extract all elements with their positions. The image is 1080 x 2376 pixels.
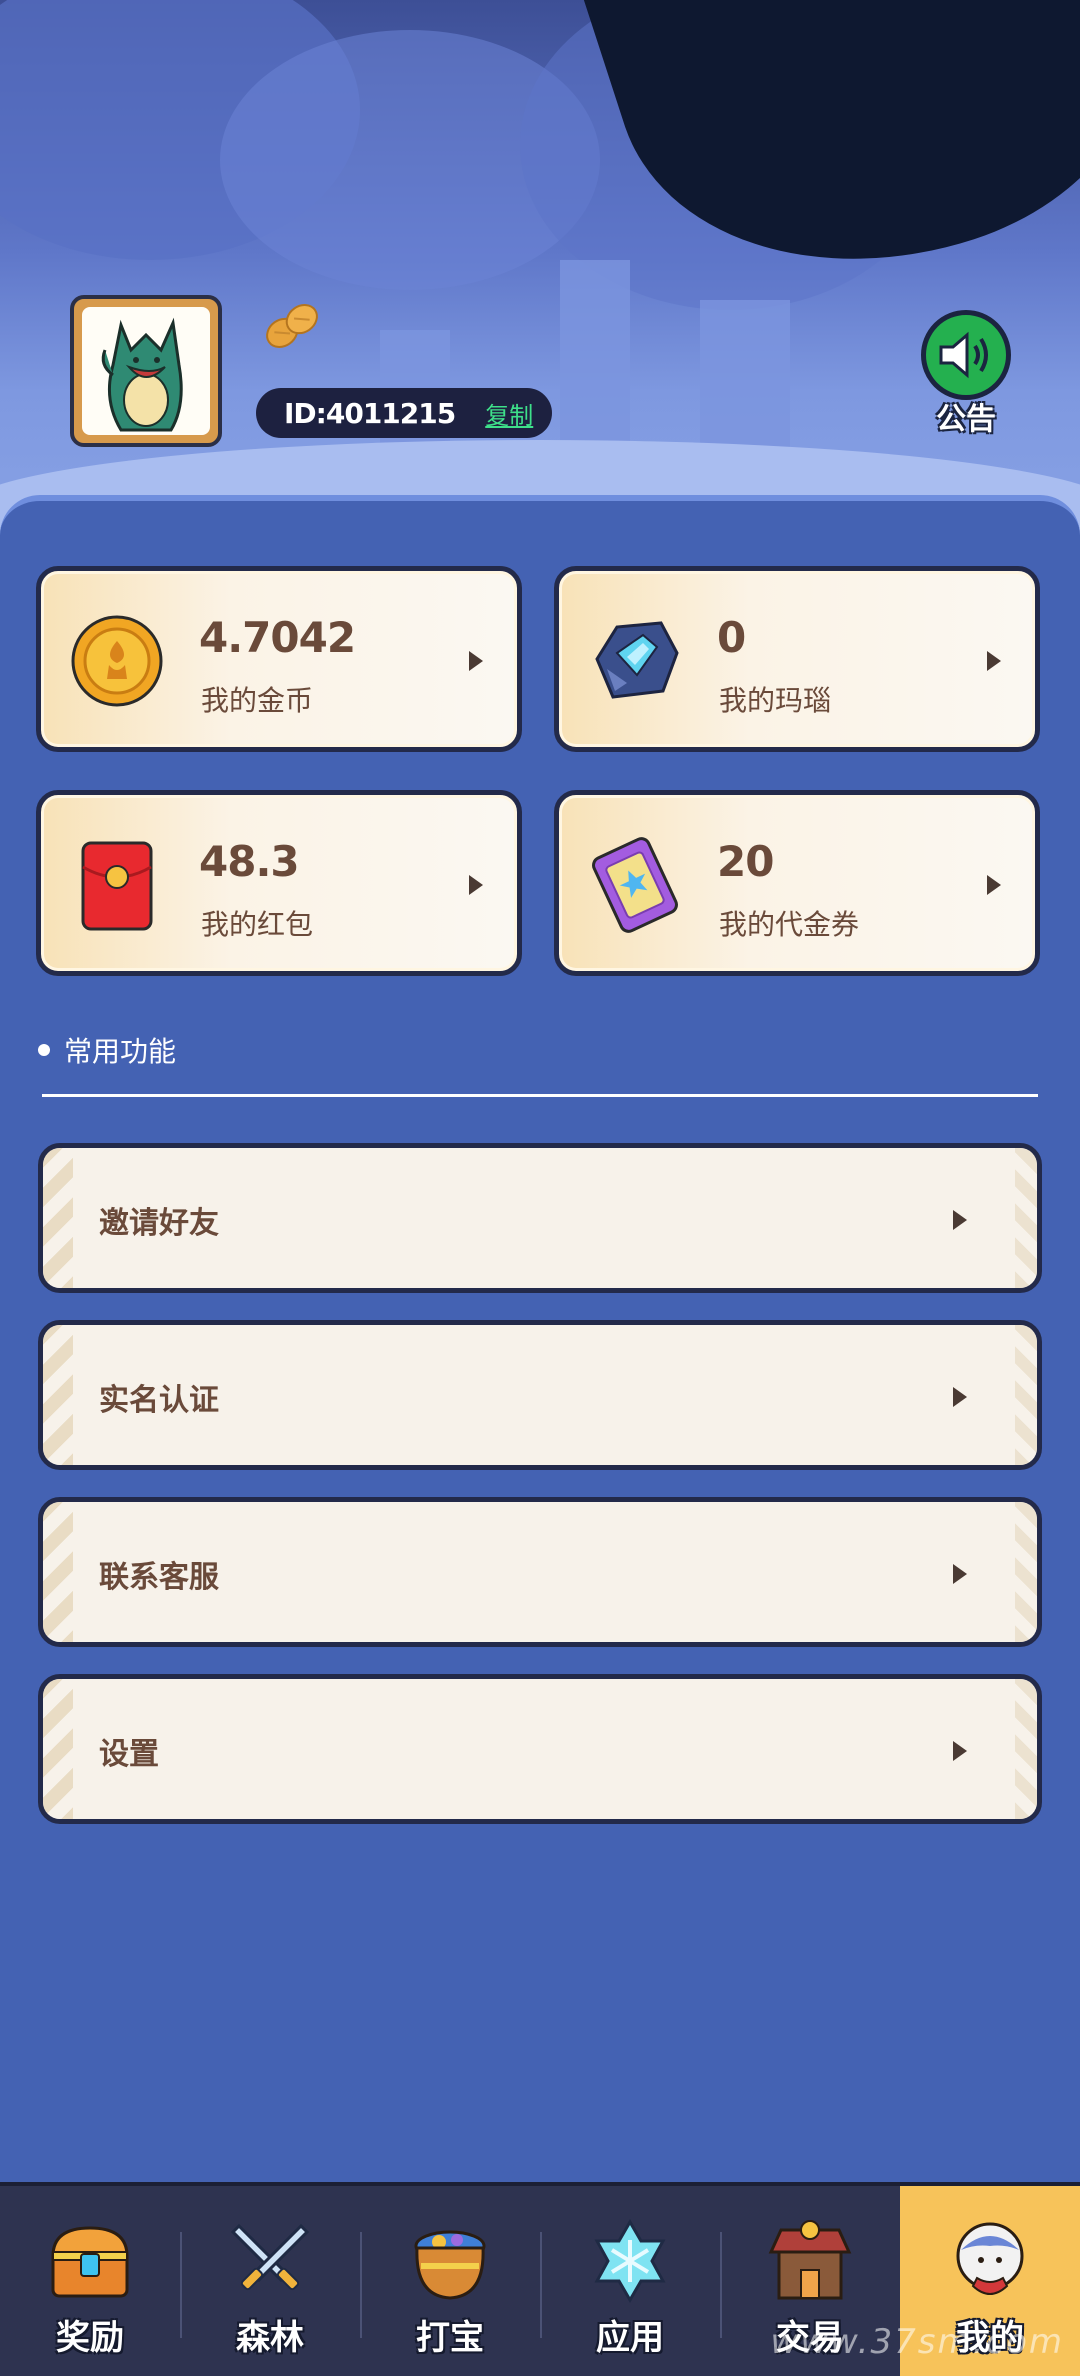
- gold-coin-value: 4.7042: [199, 613, 356, 662]
- agate-value: 0: [717, 613, 746, 662]
- chevron-right-icon: [469, 875, 483, 895]
- red-envelope-icon: [81, 841, 153, 931]
- menu-item-label: 联系客服: [99, 1560, 219, 1595]
- chevron-right-icon: [987, 651, 1001, 671]
- speaker-icon: [939, 331, 988, 379]
- profile-character-icon: [956, 2222, 1024, 2295]
- voucher-label: 我的代金券: [719, 908, 860, 941]
- tab-label: 应用: [596, 2318, 664, 2358]
- shop-icon: [768, 2220, 852, 2300]
- tab-treasure[interactable]: 打宝: [360, 2186, 540, 2376]
- agate-gem-icon: [595, 621, 679, 699]
- gold-coin-card[interactable]: 4.7042 我的金币: [36, 566, 522, 752]
- section-title: 常用功能: [38, 1030, 176, 1070]
- divider: [42, 1094, 1038, 1097]
- user-id-pill: ID:4011215 复制: [256, 388, 552, 438]
- chevron-right-icon: [953, 1387, 967, 1407]
- bullet-dot: [38, 1044, 50, 1056]
- tab-label: 森林: [236, 2318, 304, 2358]
- chevron-right-icon: [953, 1564, 967, 1584]
- agate-card[interactable]: 0 我的玛瑙: [554, 566, 1040, 752]
- menu-item-label: 设置: [99, 1737, 159, 1772]
- voucher-card[interactable]: 20 我的代金券: [554, 790, 1040, 976]
- menu-item-real-name-verification[interactable]: 实名认证: [38, 1320, 1042, 1470]
- chevron-right-icon: [953, 1210, 967, 1230]
- voucher-ticket-icon: [592, 837, 678, 933]
- tab-forest[interactable]: 森林: [180, 2186, 360, 2376]
- menu-item-label: 实名认证: [99, 1383, 219, 1418]
- avatar[interactable]: [70, 295, 222, 447]
- copy-id-link[interactable]: 复制: [485, 396, 533, 431]
- red-envelope-card[interactable]: 48.3 我的红包: [36, 790, 522, 976]
- tab-label: 奖励: [56, 2318, 124, 2358]
- voucher-value: 20: [717, 837, 774, 886]
- menu-item-label: 邀请好友: [99, 1206, 219, 1241]
- forest-header-background: [0, 0, 1080, 560]
- gold-coin-label: 我的金币: [201, 684, 314, 717]
- red-envelope-label: 我的红包: [201, 908, 314, 941]
- chevron-right-icon: [953, 1741, 967, 1761]
- notice-button[interactable]: 公告: [918, 310, 1014, 438]
- notice-label: 公告: [936, 402, 996, 437]
- menu-item-invite-friends[interactable]: 邀请好友: [38, 1143, 1042, 1293]
- watermark: www.37sm.com: [770, 2322, 1064, 2362]
- chevron-right-icon: [469, 651, 483, 671]
- snowflake-icon: [594, 2219, 666, 2303]
- user-id-text: ID:4011215: [284, 396, 456, 430]
- red-envelope-value: 48.3: [199, 837, 300, 886]
- tab-label: 打宝: [416, 2318, 484, 2358]
- crossed-swords-icon: [230, 2223, 310, 2291]
- dragon-character-icon: [101, 317, 183, 432]
- menu-item-settings[interactable]: 设置: [38, 1674, 1042, 1824]
- peanut-icon: [266, 304, 318, 348]
- agate-label: 我的玛瑙: [719, 684, 832, 717]
- tab-apps[interactable]: 应用: [540, 2186, 720, 2376]
- chevron-right-icon: [987, 875, 1001, 895]
- menu-item-customer-service[interactable]: 联系客服: [38, 1497, 1042, 1647]
- treasure-pot-icon: [414, 2230, 486, 2300]
- section-title-text: 常用功能: [64, 1035, 177, 1068]
- treasure-chest-icon: [51, 2226, 129, 2298]
- tab-rewards[interactable]: 奖励: [0, 2186, 180, 2376]
- gold-coin-icon: [71, 615, 163, 707]
